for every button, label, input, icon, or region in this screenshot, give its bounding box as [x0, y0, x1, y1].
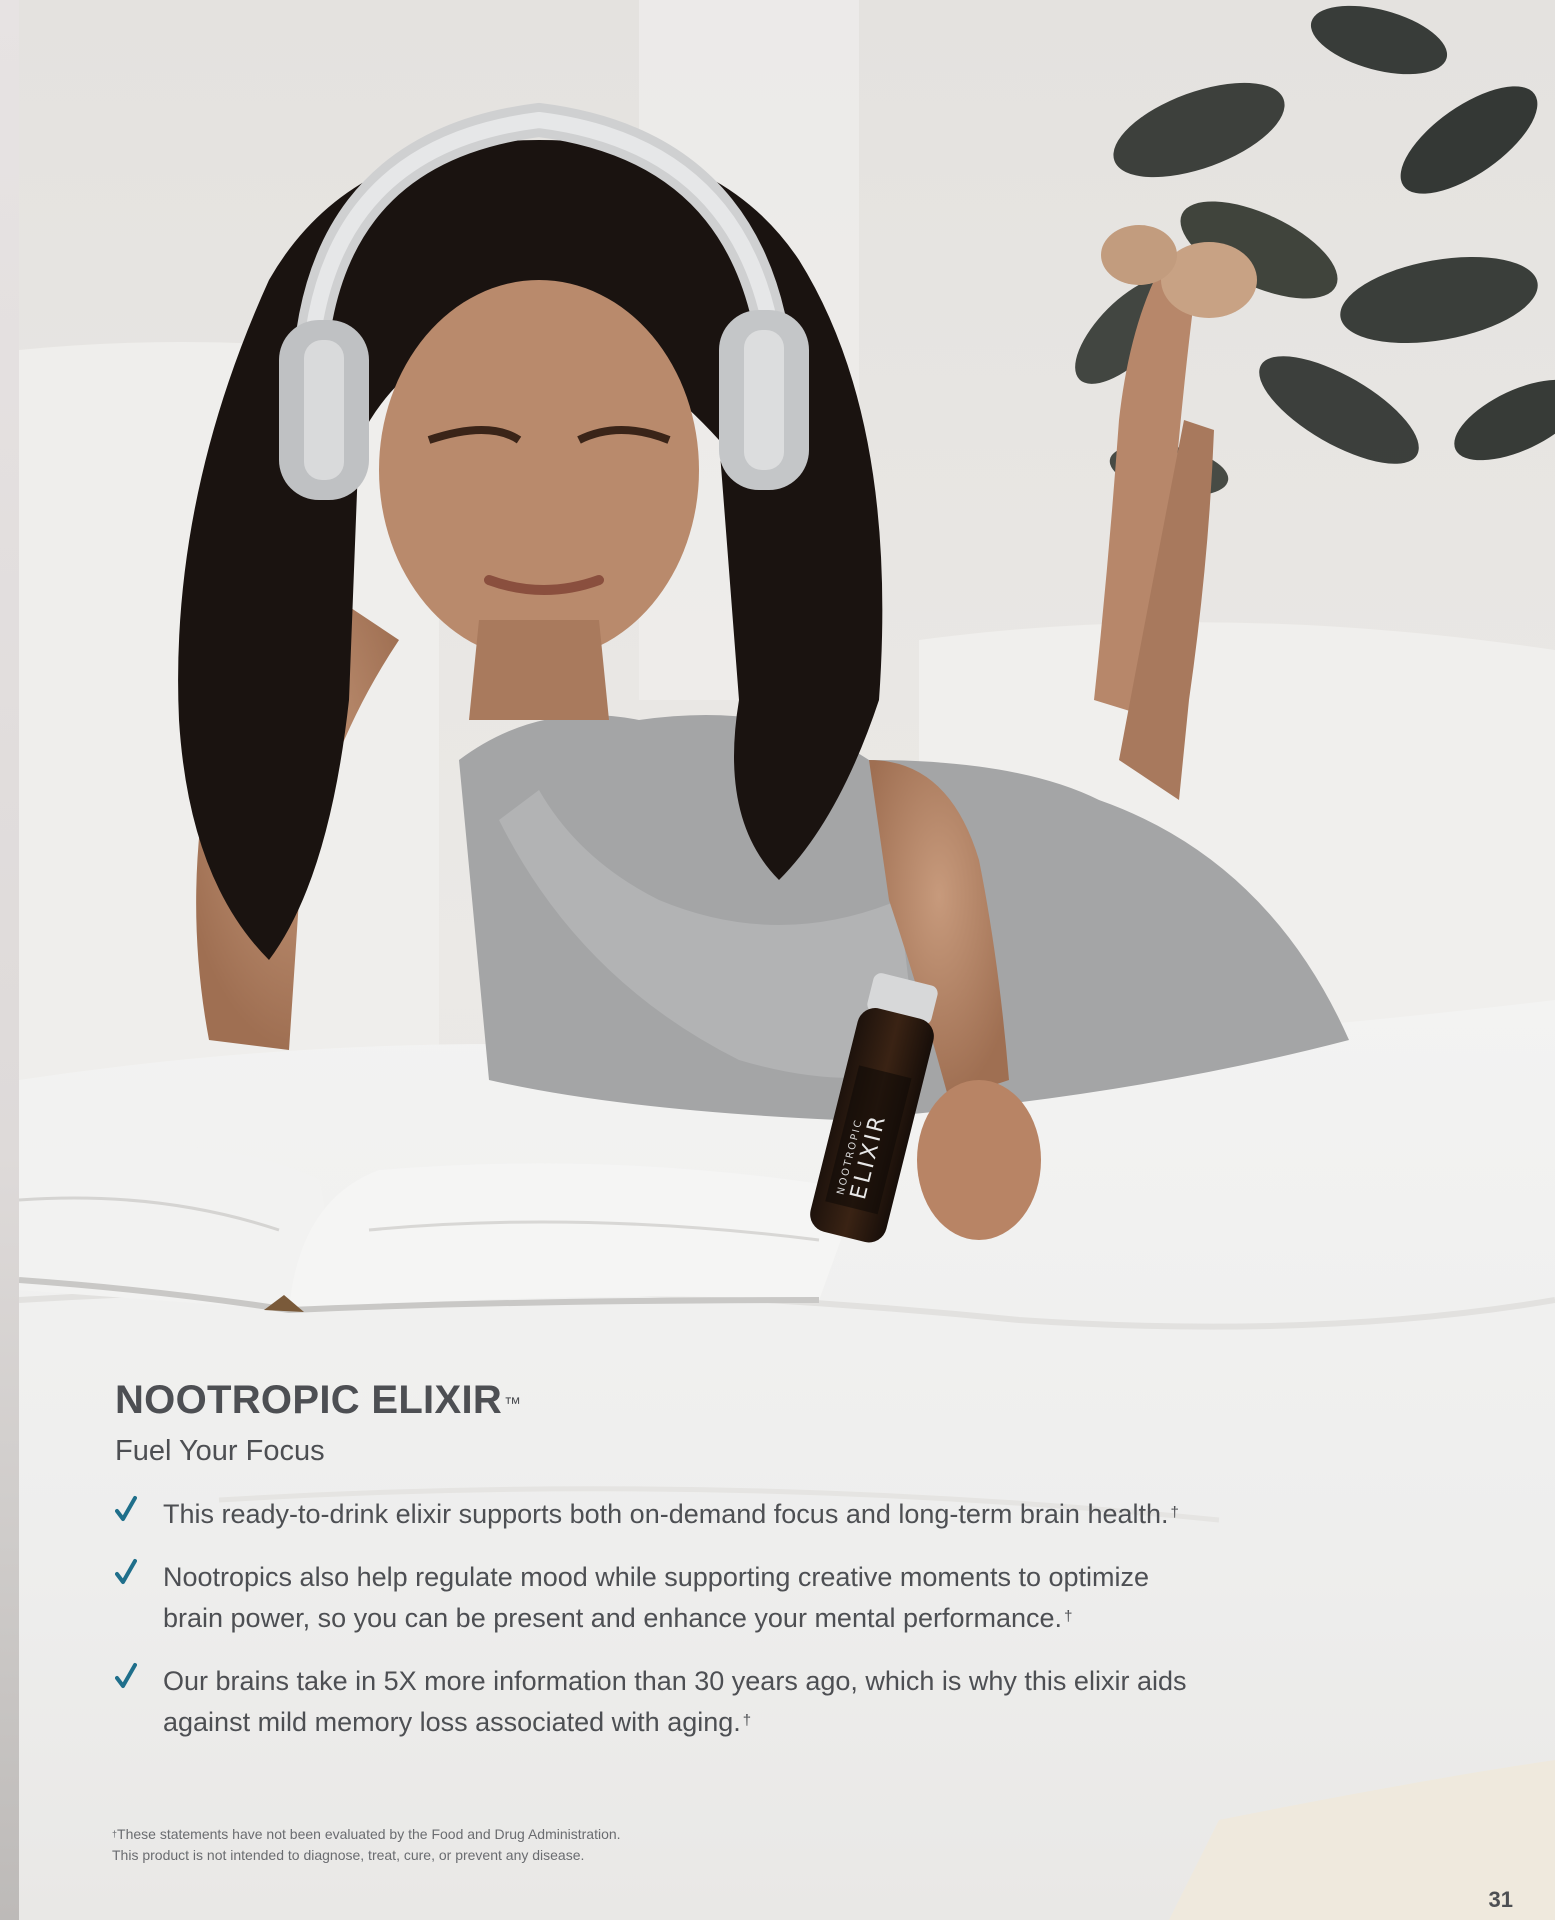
page-edge-strip	[0, 0, 19, 1920]
dagger-mark: †	[1170, 1504, 1179, 1521]
disclaimer-line-1: These statements have not been evaluated…	[117, 1826, 621, 1842]
disclaimer-line-2: This product is not intended to diagnose…	[112, 1847, 585, 1863]
product-subtitle: Fuel Your Focus	[115, 1435, 325, 1467]
dagger-mark: †	[742, 1712, 752, 1729]
product-title: NOOTROPIC ELIXIR ™	[115, 1376, 1335, 1424]
checkmark-icon	[115, 1663, 137, 1688]
benefit-text-line: brain power, so you can be present and e…	[163, 1603, 1063, 1633]
page-number: 31	[1488, 1887, 1513, 1912]
benefit-text-line: Nootropics also help regulate mood while…	[163, 1562, 1150, 1592]
benefit-text: This ready-to-drink elixir supports both…	[163, 1499, 1169, 1529]
catalog-page: ELIXIR NOOTROPIC NOOTROPIC ELIXIR ™ Fuel …	[0, 0, 1555, 1920]
trademark-symbol: ™	[504, 1394, 522, 1413]
benefit-item: This ready-to-drink elixir supports both…	[115, 1494, 1335, 1535]
benefit-item: Nootropics also help regulate mood while…	[115, 1557, 1335, 1639]
benefit-list: This ready-to-drink elixir supports both…	[115, 1494, 1335, 1743]
benefit-item: Our brains take in 5X more information t…	[115, 1661, 1335, 1743]
checkmark-icon	[115, 1496, 137, 1521]
checkmark-icon	[115, 1559, 137, 1584]
benefit-text-line: Our brains take in 5X more information t…	[163, 1666, 1187, 1696]
product-copy-block: NOOTROPIC ELIXIR ™ Fuel Your Focus This r…	[115, 1376, 1335, 1765]
benefit-text-line: against mild memory loss associated with…	[163, 1707, 741, 1737]
product-title-text: NOOTROPIC ELIXIR	[115, 1378, 503, 1422]
fda-disclaimer: †These statements have not been evaluate…	[112, 1824, 621, 1866]
dagger-mark: †	[1064, 1608, 1073, 1625]
